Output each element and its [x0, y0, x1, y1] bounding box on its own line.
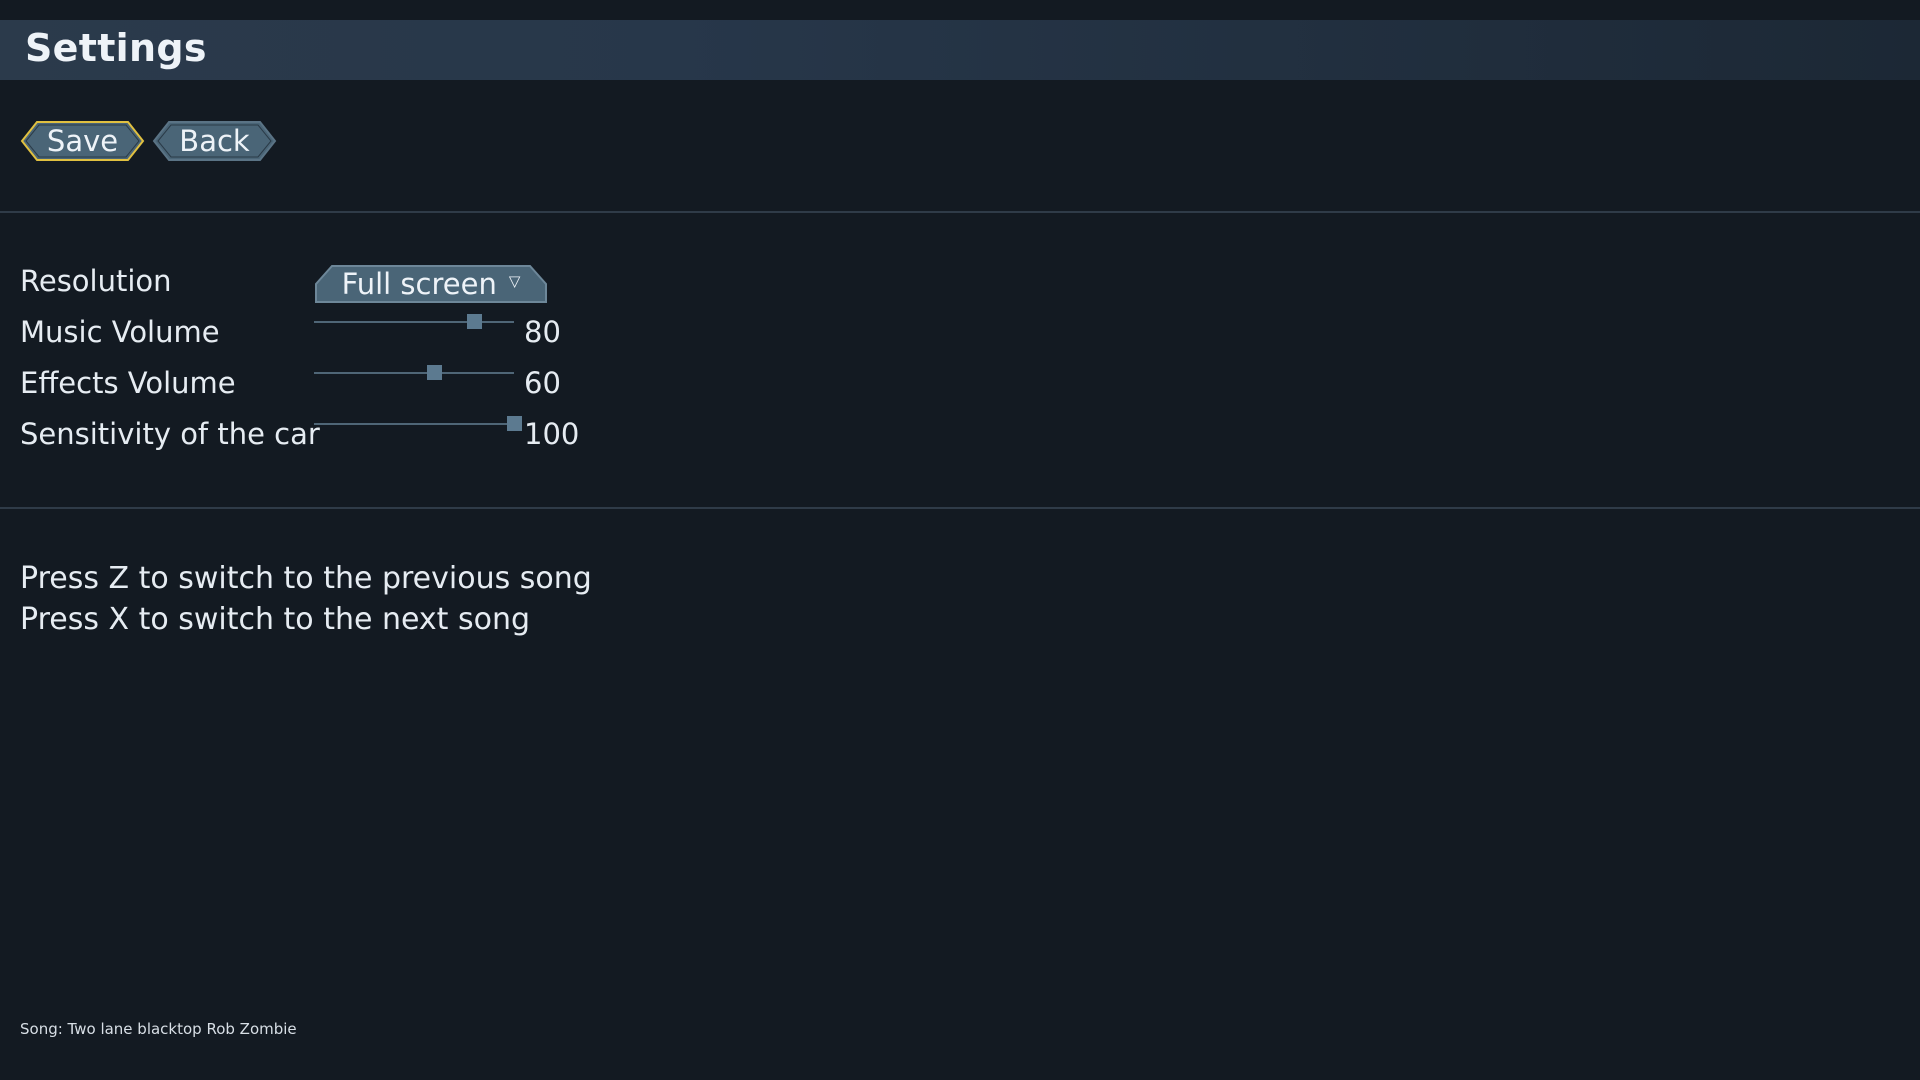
divider-middle: [0, 507, 1920, 509]
save-button-label: Save: [46, 124, 119, 158]
slider-track: [314, 372, 514, 374]
header-bar: Settings: [0, 20, 1920, 80]
music-volume-slider[interactable]: [314, 312, 514, 332]
slider-handle[interactable]: [427, 365, 442, 380]
back-button[interactable]: Back: [152, 120, 277, 162]
resolution-value: Full screen: [341, 267, 497, 301]
resolution-label: Resolution: [20, 264, 172, 298]
slider-track: [314, 423, 514, 425]
divider-top: [0, 211, 1920, 213]
save-button[interactable]: Save: [20, 120, 145, 162]
effects-volume-slider[interactable]: [314, 363, 514, 383]
effects-volume-label: Effects Volume: [20, 366, 236, 400]
effects-volume-value: 60: [524, 366, 561, 400]
hint-next-song: Press X to switch to the next song: [20, 602, 530, 637]
triangle-down-icon: ▽: [508, 272, 521, 290]
slider-handle[interactable]: [467, 314, 482, 329]
slider-handle[interactable]: [507, 416, 522, 431]
hint-previous-song: Press Z to switch to the previous song: [20, 561, 592, 596]
music-volume-label: Music Volume: [20, 315, 220, 349]
back-button-label: Back: [179, 124, 250, 158]
now-playing: Song: Two lane blacktop Rob Zombie: [20, 1020, 297, 1038]
slider-track: [314, 321, 514, 323]
resolution-dropdown[interactable]: Full screen ▽: [314, 264, 548, 304]
sensitivity-label: Sensitivity of the car: [20, 417, 320, 451]
sensitivity-slider[interactable]: [314, 414, 522, 434]
music-volume-value: 80: [524, 315, 561, 349]
sensitivity-value: 100: [524, 417, 580, 451]
page-title: Settings: [25, 26, 207, 70]
